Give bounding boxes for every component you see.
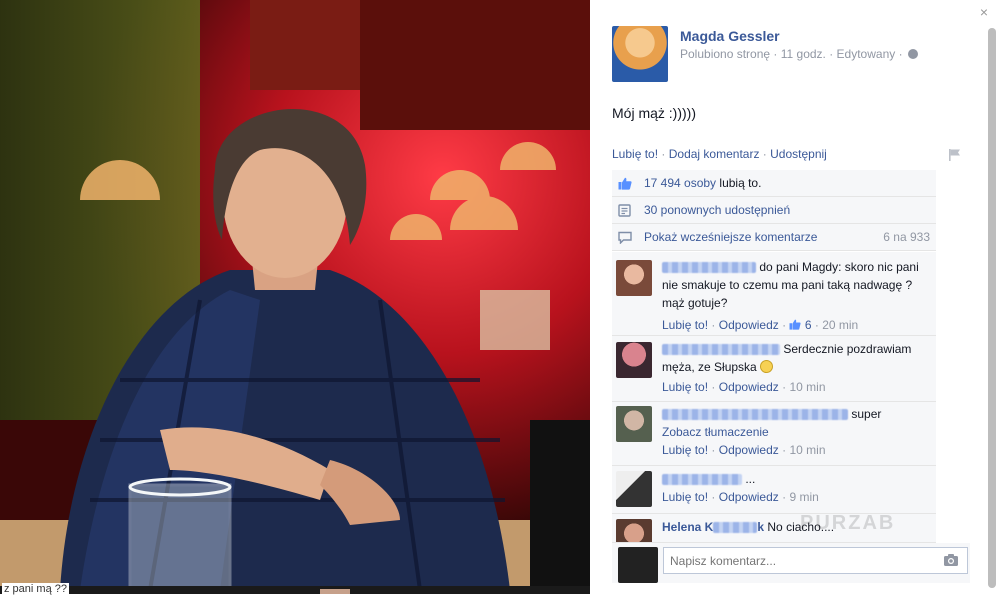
thumbs-up-icon: [618, 177, 632, 190]
comment-time[interactable]: 10 min: [789, 380, 825, 394]
commenter-name-start: Helena K: [662, 520, 714, 534]
comment-like-link[interactable]: Lubię to!: [662, 443, 708, 457]
flag-icon[interactable]: [948, 148, 962, 162]
comment-body: super Zobacz tłumaczenie Lubię to! · Odp…: [662, 405, 930, 459]
commenter-name-end: k: [757, 520, 765, 534]
commenter-name-blurred[interactable]: [662, 262, 756, 274]
comment-body: ... Lubię to! · Odpowiedz · 9 min: [662, 470, 930, 506]
separator: ·: [762, 147, 767, 161]
comment-time[interactable]: 10 min: [789, 443, 825, 457]
separator: ·: [711, 490, 716, 504]
comment-bubble-icon: [618, 231, 632, 244]
commenter-avatar[interactable]: [616, 342, 652, 378]
photo-image: [0, 0, 590, 590]
comment-pager: 6 na 933: [883, 230, 930, 244]
comment-body: do pani Magdy: skoro nic pani nie smakuj…: [662, 258, 930, 334]
watermark: PURZAB: [800, 512, 896, 534]
show-earlier-comments-link[interactable]: Pokaż wcześniejsze komentarze: [644, 230, 817, 244]
comment-actions: Lubię to! · Odpowiedz · 6 · 20 min: [662, 316, 930, 334]
comment-reply-link[interactable]: Odpowiedz: [719, 380, 779, 394]
post-actions: Lubię to! · Dodaj komentarz · Udostępnij: [612, 147, 827, 161]
separator: ·: [711, 443, 716, 457]
shares-row[interactable]: 30 ponownych udostępnień: [612, 197, 936, 224]
commenter-avatar[interactable]: [616, 406, 652, 442]
comment-body: Serdecznie pozdrawiam męża, ze Słupska L…: [662, 340, 930, 396]
comment-like-link[interactable]: Lubię to!: [662, 318, 708, 332]
likes-row[interactable]: 17 494 osoby lubią to.: [612, 170, 936, 197]
comment-input[interactable]: [663, 547, 968, 574]
separator: ·: [661, 147, 666, 161]
comment-like-link[interactable]: Lubię to!: [662, 490, 708, 504]
close-icon[interactable]: ×: [976, 4, 992, 20]
show-earlier-row[interactable]: Pokaż wcześniejsze komentarze 6 na 933: [612, 224, 936, 251]
scrollbar[interactable]: [988, 28, 996, 588]
globe-icon: [907, 49, 918, 59]
separator: ·: [782, 490, 787, 504]
commenter-name-blurred: [713, 522, 758, 534]
share-link[interactable]: Udostępnij: [770, 147, 827, 161]
like-link[interactable]: Lubię to!: [612, 147, 658, 161]
commenter-name[interactable]: Helena K k: [662, 520, 764, 534]
post-meta: Polubiono stronę · 11 godz. · Edytowany …: [680, 47, 918, 61]
post-meta-text: Polubiono stronę · 11 godz. · Edytowany …: [680, 47, 903, 61]
separator: ·: [711, 380, 716, 394]
background-thumbnail: [320, 589, 350, 594]
ufi-summary: 17 494 osoby lubią to. 30 ponownych udos…: [612, 170, 936, 251]
current-user-avatar: [618, 547, 658, 583]
author-name[interactable]: Magda Gessler: [680, 28, 780, 44]
comment-like-link[interactable]: Lubię to!: [662, 380, 708, 394]
comment-item: Serdecznie pozdrawiam męża, ze Słupska L…: [612, 336, 936, 402]
shares-link[interactable]: 30 ponownych udostępnień: [644, 203, 790, 217]
scrollbar-thumb[interactable]: [988, 28, 996, 588]
background-text: z pani mą ??: [2, 583, 69, 595]
share-icon: [618, 204, 631, 217]
post-photo[interactable]: [0, 0, 590, 590]
commenter-avatar[interactable]: [616, 471, 652, 507]
post-text: Mój mąż :))))): [612, 105, 696, 121]
smiley-icon: [760, 360, 774, 373]
separator: ·: [782, 443, 787, 457]
likes-suffix: lubią to.: [719, 176, 762, 190]
comment-actions: Lubię to! · Odpowiedz · 10 min: [662, 378, 930, 396]
comment-item: super Zobacz tłumaczenie Lubię to! · Odp…: [612, 402, 936, 466]
comment-text: ...: [745, 472, 756, 486]
separator: ·: [814, 318, 819, 332]
commenter-name-blurred[interactable]: [662, 344, 780, 356]
thumbs-up-icon: [789, 319, 802, 330]
background-strip: [0, 586, 600, 594]
add-comment-link[interactable]: Dodaj komentarz: [669, 147, 760, 161]
comment-text: super: [851, 407, 882, 421]
comment-actions: Lubię to! · Odpowiedz · 10 min: [662, 441, 930, 459]
comment-item: ... Lubię to! · Odpowiedz · 9 min: [612, 466, 936, 514]
comment-like-count[interactable]: 6: [805, 318, 812, 332]
comment-reply-link[interactable]: Odpowiedz: [719, 443, 779, 457]
separator: ·: [782, 318, 787, 332]
commenter-avatar[interactable]: [616, 260, 652, 296]
comment-reply-link[interactable]: Odpowiedz: [719, 318, 779, 332]
likes-count[interactable]: 17 494 osoby: [644, 176, 716, 190]
camera-icon[interactable]: [943, 553, 959, 567]
separator: ·: [711, 318, 716, 332]
comment-time[interactable]: 9 min: [789, 490, 818, 504]
separator: ·: [782, 380, 787, 394]
photo-viewer: z pani mą ?? × Magda Gessler Polubiono s…: [0, 0, 1000, 595]
see-translation-link[interactable]: Zobacz tłumaczenie: [662, 425, 769, 439]
comment-item: do pani Magdy: skoro nic pani nie smakuj…: [612, 252, 936, 336]
comment-time[interactable]: 20 min: [822, 318, 858, 332]
author-avatar[interactable]: [612, 26, 668, 82]
commenter-name-blurred[interactable]: [662, 409, 848, 421]
comment-translate: Zobacz tłumaczenie: [662, 423, 930, 441]
comment-reply-link[interactable]: Odpowiedz: [719, 490, 779, 504]
commenter-name-blurred[interactable]: [662, 474, 742, 486]
commenter-avatar[interactable]: [616, 519, 652, 542]
comment-actions: Lubię to! · Odpowiedz · 9 min: [662, 488, 930, 506]
